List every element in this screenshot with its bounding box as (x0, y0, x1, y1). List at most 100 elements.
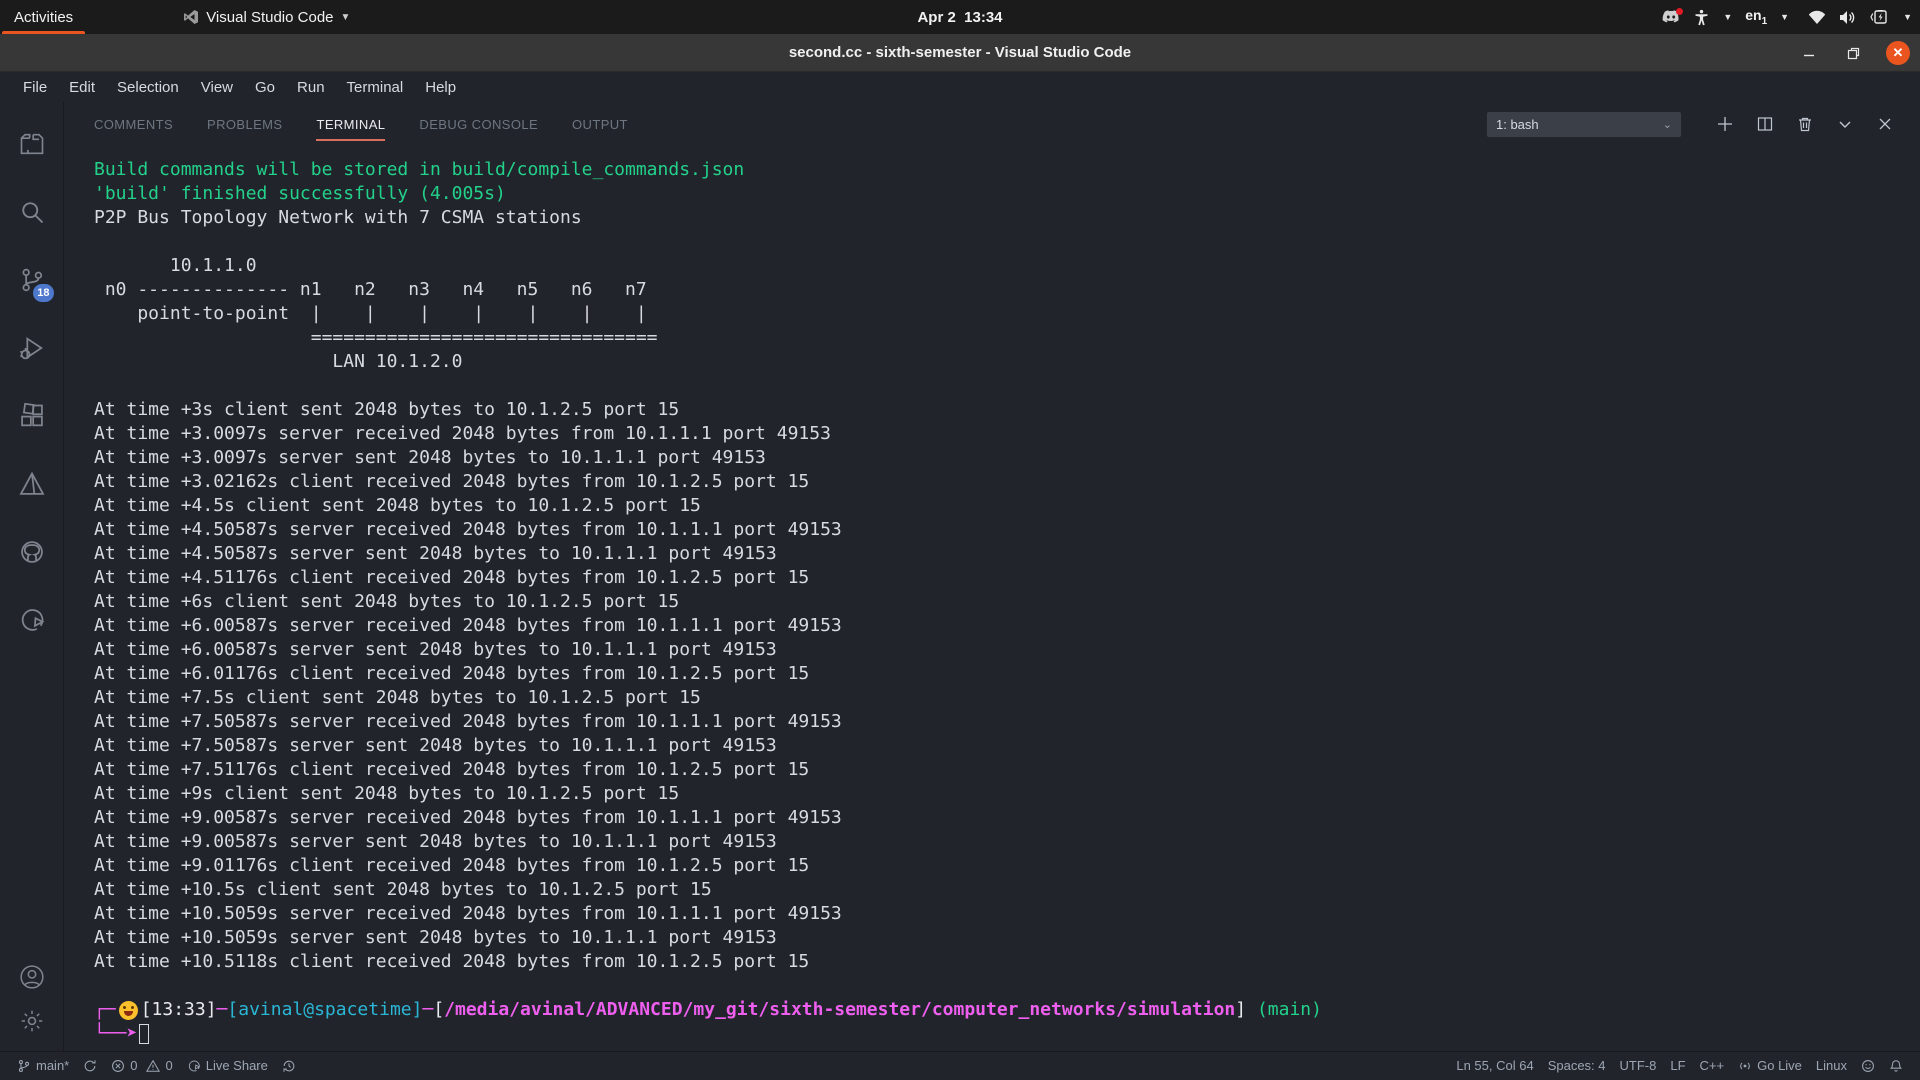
tab-comments[interactable]: COMMENTS (94, 102, 173, 146)
desktop-top-bar: Activities Visual Studio Code ▼ Apr 2 13… (0, 0, 1920, 34)
tab-problems[interactable]: PROBLEMS (207, 102, 282, 146)
terminal-log-line: At time +3.0097s server received 2048 by… (94, 422, 1920, 446)
shell-prompt-line2: └──➤ (94, 1022, 1920, 1046)
activities-button[interactable]: Activities (0, 0, 87, 34)
feedback-icon[interactable] (1854, 1059, 1882, 1073)
live-share-status[interactable]: Live Share (180, 1058, 275, 1073)
language-mode-status[interactable]: C++ (1693, 1058, 1732, 1073)
terminal-log-line: At time +10.5059s server sent 2048 bytes… (94, 926, 1920, 950)
eol-status[interactable]: LF (1663, 1058, 1692, 1073)
terminal-selector-dropdown[interactable]: 1: bash ⌄ (1486, 111, 1682, 138)
accessibility-caret-icon: ▼ (1723, 12, 1732, 22)
face-emoji-icon (119, 1001, 138, 1020)
terminal-topology-line: ================================ (94, 326, 1920, 350)
prompt-corner: ┌─ (94, 998, 116, 1022)
terminal-log-line: At time +6.01176s client received 2048 b… (94, 662, 1920, 686)
restore-button[interactable] (1842, 42, 1864, 64)
timeline-history-icon[interactable] (275, 1059, 303, 1073)
menu-item[interactable]: File (12, 72, 58, 102)
volume-icon[interactable] (1839, 10, 1857, 25)
panel-tab-bar: COMMENTS PROBLEMS TERMINAL DEBUG CONSOLE… (64, 102, 1920, 146)
split-terminal-icon[interactable] (1752, 111, 1778, 137)
prompt-bracket: ] (1235, 998, 1246, 1022)
terminal-log-line: At time +7.50587s server sent 2048 bytes… (94, 734, 1920, 758)
prompt-dash: ─ (217, 998, 228, 1022)
menu-item[interactable]: View (190, 72, 244, 102)
notifications-bell-icon[interactable] (1882, 1059, 1910, 1073)
explorer-icon[interactable] (0, 110, 64, 178)
tab-terminal[interactable]: TERMINAL (316, 102, 385, 146)
menu-item[interactable]: Run (286, 72, 336, 102)
prompt-git-branch: (main) (1246, 998, 1322, 1022)
terminal-log-line: At time +7.50587s server received 2048 b… (94, 710, 1920, 734)
extensions-icon[interactable] (0, 382, 64, 450)
live-share-icon[interactable] (0, 586, 64, 654)
terminal-build-line: 'build' finished successfully (4.005s) (94, 182, 1920, 206)
app-menu-button[interactable]: Visual Studio Code ▼ (173, 0, 360, 34)
keyboard-layout-caret-icon: ▼ (1780, 12, 1789, 22)
kill-terminal-trash-icon[interactable] (1792, 111, 1818, 137)
account-icon[interactable] (0, 955, 64, 999)
indentation-status[interactable]: Spaces: 4 (1541, 1058, 1613, 1073)
terminal-log-line: At time +6.00587s server received 2048 b… (94, 614, 1920, 638)
menu-item[interactable]: Edit (58, 72, 106, 102)
settings-gear-icon[interactable] (0, 999, 64, 1043)
system-menu-caret-icon[interactable]: ▼ (1903, 12, 1912, 22)
vscode-app-icon (183, 9, 199, 25)
desktop-clock[interactable]: Apr 2 13:34 (917, 0, 1002, 34)
terminal-log-line: At time +7.5s client sent 2048 bytes to … (94, 686, 1920, 710)
minimize-button[interactable] (1798, 42, 1820, 64)
close-panel-icon[interactable] (1872, 111, 1898, 137)
github-icon[interactable] (0, 518, 64, 586)
discord-notification-dot (1676, 8, 1683, 15)
keyboard-layout-indicator[interactable]: en1 (1745, 7, 1767, 27)
menu-item[interactable]: Selection (106, 72, 190, 102)
terminal-log-line: At time +10.5059s server received 2048 b… (94, 902, 1920, 926)
menu-item[interactable]: Terminal (336, 72, 415, 102)
terminal-log-line: At time +3.0097s server sent 2048 bytes … (94, 446, 1920, 470)
terminal-cursor (139, 1024, 149, 1044)
errors-count: 0 (130, 1058, 137, 1073)
menu-item[interactable]: Help (414, 72, 467, 102)
prompt-arrow: └──➤ (94, 1022, 137, 1046)
os-status[interactable]: Linux (1809, 1058, 1854, 1073)
cmake-icon[interactable] (0, 450, 64, 518)
prompt-bracket: [ (433, 998, 444, 1022)
discord-tray-icon[interactable] (1662, 10, 1680, 24)
battery-icon[interactable] (1870, 10, 1890, 24)
accessibility-icon[interactable] (1693, 9, 1710, 26)
window-controls: ✕ (1798, 34, 1910, 72)
menu-item[interactable]: Go (244, 72, 286, 102)
terminal-log-line: At time +9s client sent 2048 bytes to 10… (94, 782, 1920, 806)
tab-debug-console[interactable]: DEBUG CONSOLE (419, 102, 538, 146)
sync-changes-button[interactable] (76, 1059, 104, 1073)
terminal-log-line: At time +7.51176s client received 2048 b… (94, 758, 1920, 782)
prompt-time: [13:33] (141, 998, 217, 1022)
wifi-icon[interactable] (1808, 10, 1826, 25)
terminal-build-line: Build commands will be stored in build/c… (94, 158, 1920, 182)
new-terminal-icon[interactable] (1712, 111, 1738, 137)
encoding-status[interactable]: UTF-8 (1613, 1058, 1664, 1073)
panel-actions: 1: bash ⌄ (1486, 102, 1898, 146)
terminal-log-line: At time +4.50587s server received 2048 b… (94, 518, 1920, 542)
problems-status[interactable]: 0 0 (104, 1058, 179, 1073)
cursor-position-status[interactable]: Ln 55, Col 64 (1449, 1058, 1540, 1073)
terminal-log-line: At time +9.00587s server received 2048 b… (94, 806, 1920, 830)
go-live-button[interactable]: Go Live (1731, 1058, 1809, 1073)
maximize-panel-chevron-icon[interactable] (1832, 111, 1858, 137)
git-branch-status[interactable]: main* (10, 1058, 76, 1073)
terminal-log-line: At time +4.51176s client received 2048 b… (94, 566, 1920, 590)
warnings-count: 0 (165, 1058, 172, 1073)
search-icon[interactable] (0, 178, 64, 246)
source-control-icon[interactable]: 18 (0, 246, 64, 314)
run-debug-icon[interactable] (0, 314, 64, 382)
terminal-selector-caret-icon: ⌄ (1663, 118, 1672, 131)
terminal-selector-value: 1: bash (1496, 117, 1663, 132)
terminal-log-line: At time +6.00587s server sent 2048 bytes… (94, 638, 1920, 662)
menu-bar: FileEditSelectionViewGoRunTerminalHelp (0, 72, 1920, 102)
tab-output[interactable]: OUTPUT (572, 102, 628, 146)
terminal-output[interactable]: Build commands will be stored in build/c… (64, 146, 1920, 1051)
terminal-topology-line: point-to-point | | | | | | | (94, 302, 1920, 326)
close-button[interactable]: ✕ (1886, 41, 1910, 65)
terminal-log-line: At time +4.5s client sent 2048 bytes to … (94, 494, 1920, 518)
